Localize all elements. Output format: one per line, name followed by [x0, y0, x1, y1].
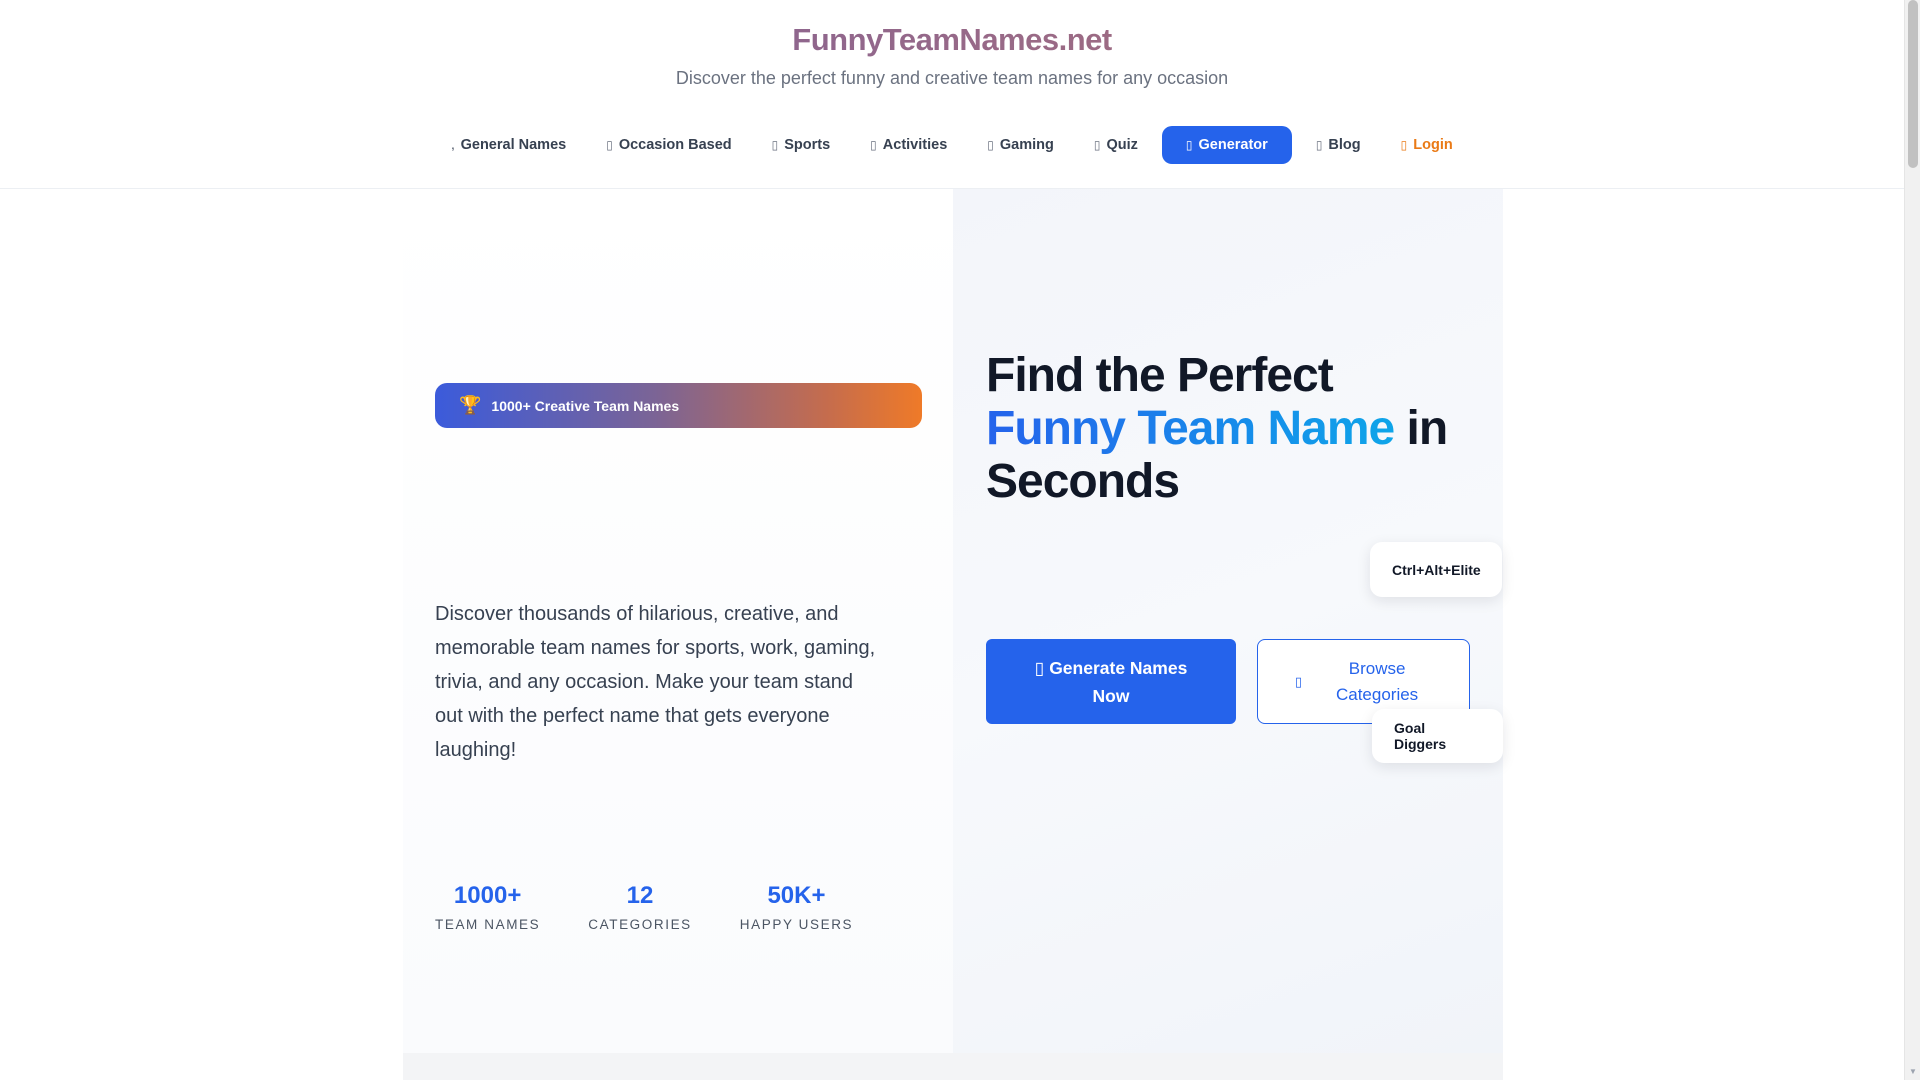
headline-text: Find the Perfect: [986, 349, 1334, 402]
stat-value: 1000+: [453, 882, 522, 909]
nav-item-generator[interactable]: ▯ Generator: [1161, 126, 1292, 164]
nav-item-label: Blog: [1328, 137, 1361, 153]
ball-icon: ▯: [771, 138, 779, 152]
hero-section: 🏆 1000+ Creative Team Names Discover tho…: [403, 189, 1503, 1053]
nav-item-general-names[interactable]: ‚ General Names: [431, 126, 586, 164]
stat-value: 12: [626, 882, 654, 909]
headline-highlight: Funny Team Name: [986, 402, 1395, 455]
nav-item-label: Occasion Based: [618, 137, 732, 153]
scroll-thumb[interactable]: [1908, 0, 1918, 168]
sample-name-card: Ctrl+Alt+Elite: [1370, 542, 1502, 597]
magic-icon: ▯: [1034, 657, 1045, 678]
magic-icon: ▯: [1185, 138, 1193, 152]
stat-label: CATEGORIES: [588, 917, 692, 932]
trophy-icon: 🏆: [459, 395, 482, 415]
nav-item-label: Quiz: [1106, 137, 1138, 153]
stat-label: TEAM NAMES: [435, 917, 541, 932]
stat-label: HAPPY USERS: [739, 917, 854, 932]
badge-text: 1000+ Creative Team Names: [491, 397, 680, 414]
calendar-icon: ▯: [606, 138, 613, 152]
nav-item-sports[interactable]: ▯ Sports: [752, 126, 851, 164]
stat-value: 50K+: [767, 882, 826, 909]
nav-item-login[interactable]: ▯ Login: [1381, 126, 1473, 164]
browse-categories-label: Browse Categories: [1335, 658, 1419, 704]
generate-names-button[interactable]: ▯ Generate Names Now: [986, 639, 1236, 724]
stats-row: 1000+ TEAM NAMES 12 CATEGORIES 50K+ HAPP…: [435, 881, 853, 932]
main-nav: ‚ General Names ▯ Occasion Based ▯ Sport…: [0, 126, 1904, 164]
nav-item-label: Activities: [882, 137, 948, 153]
nav-item-label: Login: [1413, 137, 1453, 153]
stat-team-names: 1000+ TEAM NAMES: [435, 881, 540, 932]
site-logo[interactable]: FunnyTeamNames.net: [0, 22, 1904, 58]
site-header: FunnyTeamNames.net Discover the perfect …: [0, 0, 1904, 189]
question-icon: ▯: [1093, 138, 1101, 152]
list-icon: ‚: [451, 138, 455, 152]
nav-item-blog[interactable]: ▯ Blog: [1296, 126, 1381, 164]
blog-icon: ▯: [1315, 138, 1323, 152]
nav-item-label: Generator: [1198, 137, 1268, 153]
generate-names-text: Generate Names Now: [1049, 657, 1188, 706]
nav-item-label: Sports: [784, 137, 831, 153]
page-scrollbar[interactable]: ▲ ▼: [1904, 0, 1920, 1080]
team-names-badge: 🏆 1000+ Creative Team Names: [435, 383, 922, 428]
generate-names-label: ▯ Generate Names Now: [1016, 654, 1206, 710]
stat-happy-users: 50K+ HAPPY USERS: [740, 881, 853, 932]
nav-item-label: General Names: [460, 137, 567, 153]
login-icon: ▯: [1400, 138, 1408, 152]
sample-name-card: Goal Diggers: [1372, 709, 1503, 763]
hero-right-panel: [953, 189, 1503, 1053]
scroll-down-arrow-icon[interactable]: ▼: [1905, 1064, 1920, 1080]
grid-icon: ▯: [1294, 673, 1303, 689]
activity-icon: ▯: [870, 138, 877, 152]
gamepad-icon: ▯: [987, 138, 994, 152]
nav-item-quiz[interactable]: ▯ Quiz: [1074, 126, 1158, 164]
nav-item-label: Gaming: [999, 137, 1054, 153]
nav-item-gaming[interactable]: ▯ Gaming: [967, 126, 1074, 164]
next-section-edge: [403, 1053, 1503, 1080]
stat-categories: 12 CATEGORIES: [588, 881, 692, 932]
hero-description: Discover thousands of hilarious, creativ…: [435, 603, 876, 761]
hero-headline: Find the Perfect Funny Team Name in Seco…: [986, 349, 1466, 508]
site-tagline: Discover the perfect funny and creative …: [675, 68, 1229, 88]
nav-item-activities[interactable]: ▯ Activities: [850, 126, 967, 164]
nav-item-occasion-based[interactable]: ▯ Occasion Based: [586, 126, 751, 164]
